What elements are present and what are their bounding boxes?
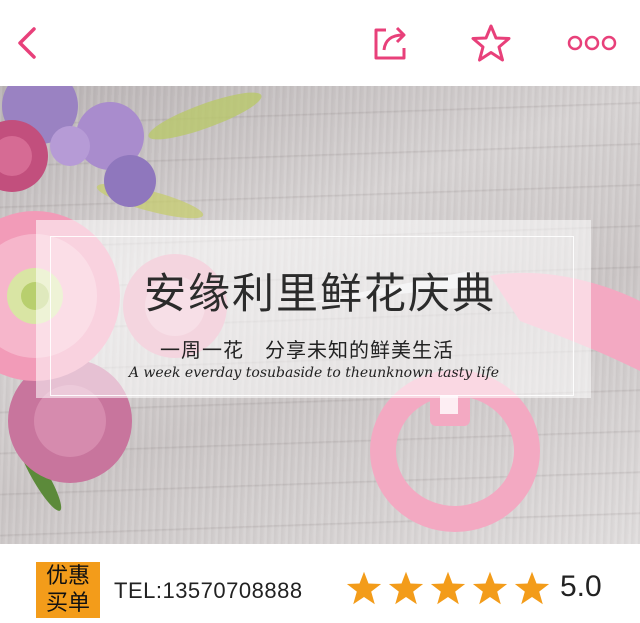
more-button[interactable] — [566, 18, 618, 68]
share-icon — [374, 26, 406, 60]
rating-value: 5.0 — [560, 570, 602, 603]
more-dots-icon — [567, 35, 617, 51]
top-navigation-bar — [0, 0, 640, 86]
chevron-left-icon — [18, 27, 36, 59]
promo-banner[interactable]: 安缘利里鲜花庆典 一周一花 分享未知的鲜美生活 A week everday t… — [0, 86, 640, 544]
star-icon — [388, 571, 424, 605]
rating-stars — [346, 570, 550, 610]
star-icon — [514, 571, 550, 605]
back-button[interactable] — [2, 18, 52, 68]
star-icon — [472, 571, 508, 605]
share-button[interactable] — [366, 18, 416, 68]
favorite-button[interactable] — [466, 18, 516, 68]
star-icon — [430, 571, 466, 605]
discount-pay-badge[interactable]: 优惠 买单 — [36, 562, 100, 618]
badge-line-1: 优惠 — [45, 564, 90, 589]
shop-info-bar: 优惠 买单 TEL:13570708888 5.0 — [0, 544, 640, 623]
banner-subtitle: 一周一花 分享未知的鲜美生活 — [160, 338, 454, 362]
badge-line-2: 买单 — [45, 591, 90, 616]
banner-title: 安缘利里鲜花庆典 — [143, 269, 496, 318]
star-icon — [346, 571, 382, 605]
phone-number[interactable]: TEL:13570708888 — [114, 578, 303, 604]
star-outline-icon — [471, 24, 511, 62]
banner-script-line: A week everday tosubaside to theunknown … — [128, 365, 500, 381]
